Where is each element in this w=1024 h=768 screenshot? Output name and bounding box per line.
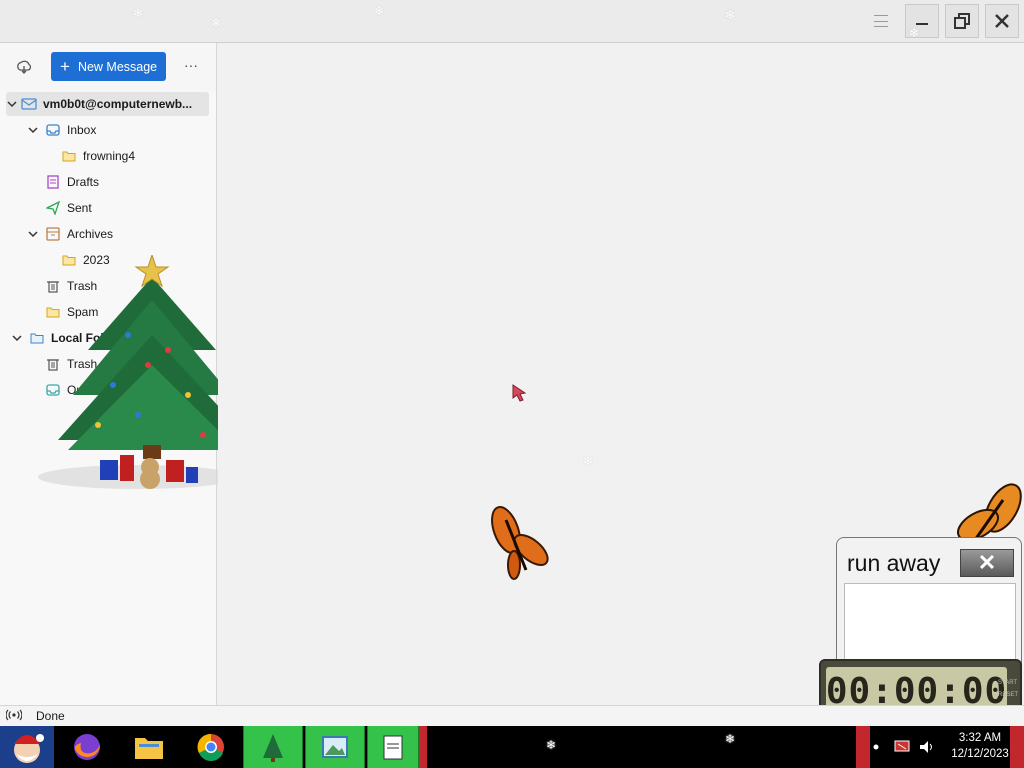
- chevron-down-icon[interactable]: [6, 99, 18, 109]
- chevron-down-icon[interactable]: [27, 125, 39, 135]
- santa-start-icon: [14, 734, 44, 763]
- folder-icon: [135, 738, 163, 759]
- photo-icon: [322, 736, 348, 758]
- snowflake-icon: ❄: [725, 732, 736, 746]
- new-message-label: New Message: [77, 59, 158, 74]
- folder-sent[interactable]: Sent: [45, 196, 92, 220]
- close-window-button[interactable]: [985, 4, 1019, 38]
- start-button[interactable]: [0, 726, 54, 768]
- folder-icon: [61, 148, 77, 164]
- toolbar: + New Message ···: [0, 43, 216, 91]
- snowflake-icon: ❄: [583, 454, 594, 468]
- clock-time: 3:32 AM: [958, 732, 1002, 744]
- online-status-icon[interactable]: [5, 709, 23, 724]
- volume-icon: [920, 741, 932, 753]
- notepad-taskbar-button[interactable]: [367, 726, 419, 768]
- plus-icon: +: [60, 57, 70, 76]
- network-icon: [894, 740, 910, 752]
- frowning4-label: frowning4: [83, 149, 136, 163]
- show-hidden-icons-button[interactable]: [856, 726, 870, 768]
- firefox-taskbar-button[interactable]: [66, 726, 108, 768]
- run-away-widget: run away ✕: [836, 537, 1022, 667]
- status-bar: Done: [0, 705, 1024, 726]
- timer-controls: START RESET: [998, 677, 1018, 701]
- sent-label: Sent: [67, 201, 92, 215]
- snowflake-icon: ❄: [374, 4, 385, 18]
- timer-reset-button[interactable]: RESET: [998, 689, 1018, 701]
- get-messages-icon[interactable]: [16, 59, 32, 78]
- more-options-button[interactable]: ···: [184, 57, 198, 73]
- archive-icon: [45, 226, 61, 242]
- drafts-icon: [45, 174, 61, 190]
- file-explorer-taskbar-button[interactable]: [128, 726, 170, 768]
- timer-start-button[interactable]: START: [998, 677, 1018, 689]
- new-message-button[interactable]: + New Message: [51, 52, 166, 81]
- run-away-body: [844, 583, 1016, 661]
- taskbar: 3:32 AM 12/12/2023 ❄ ❄: [0, 726, 1024, 768]
- folder-drafts[interactable]: Drafts: [45, 170, 99, 194]
- chrome-taskbar-button[interactable]: [190, 726, 232, 768]
- firefox-icon: [74, 734, 100, 760]
- account-label: vm0b0t@computernewb...: [43, 97, 193, 111]
- snowflake-icon: ❄: [211, 16, 222, 30]
- chevron-down-icon[interactable]: [27, 229, 39, 239]
- folder-account[interactable]: vm0b0t@computernewb...: [6, 92, 209, 116]
- network-tray-icon[interactable]: [893, 726, 913, 768]
- inbox-icon: [45, 122, 61, 138]
- title-bar: [0, 0, 1024, 43]
- run-away-title: run away: [847, 550, 941, 576]
- taskbar-separator: [419, 726, 427, 768]
- notepad-icon: [383, 735, 403, 760]
- restore-icon: [954, 13, 970, 29]
- mail-account-icon: [21, 96, 37, 112]
- show-desktop-button[interactable]: [1010, 726, 1024, 768]
- app-menu-icon[interactable]: [872, 12, 890, 30]
- drafts-label: Drafts: [67, 175, 100, 189]
- snowflake-icon: ❄: [133, 6, 144, 20]
- chrome-icon: [197, 733, 224, 761]
- butterfly-image: [491, 506, 549, 580]
- close-icon: [995, 14, 1009, 28]
- cursor-icon: [512, 384, 527, 402]
- xmas-tree-taskbar-button[interactable]: [243, 726, 303, 768]
- snowflake-icon: ❄: [546, 738, 557, 752]
- run-away-close-button[interactable]: ✕: [960, 549, 1014, 577]
- archives-label: Archives: [67, 227, 114, 241]
- status-text: Done: [36, 709, 65, 723]
- sent-icon: [45, 200, 61, 216]
- clock-date: 12/12/2023: [951, 748, 1009, 760]
- photo-app-taskbar-button[interactable]: [305, 726, 365, 768]
- snowflake-icon: ❄: [725, 8, 736, 22]
- christmas-tree-icon: [263, 734, 283, 762]
- folder-archives[interactable]: Archives: [27, 222, 113, 246]
- folder-frowning4[interactable]: frowning4: [61, 144, 135, 168]
- inbox-label: Inbox: [67, 123, 97, 137]
- taskbar-clock[interactable]: 3:32 AM 12/12/2023: [940, 730, 1020, 762]
- volume-tray-icon[interactable]: [918, 726, 938, 768]
- restore-button[interactable]: [945, 4, 979, 38]
- folder-inbox[interactable]: Inbox: [27, 118, 96, 142]
- chevron-down-icon[interactable]: [11, 333, 23, 343]
- tray-dot-icon: [872, 726, 880, 768]
- snowflake-icon: ❄: [909, 26, 920, 40]
